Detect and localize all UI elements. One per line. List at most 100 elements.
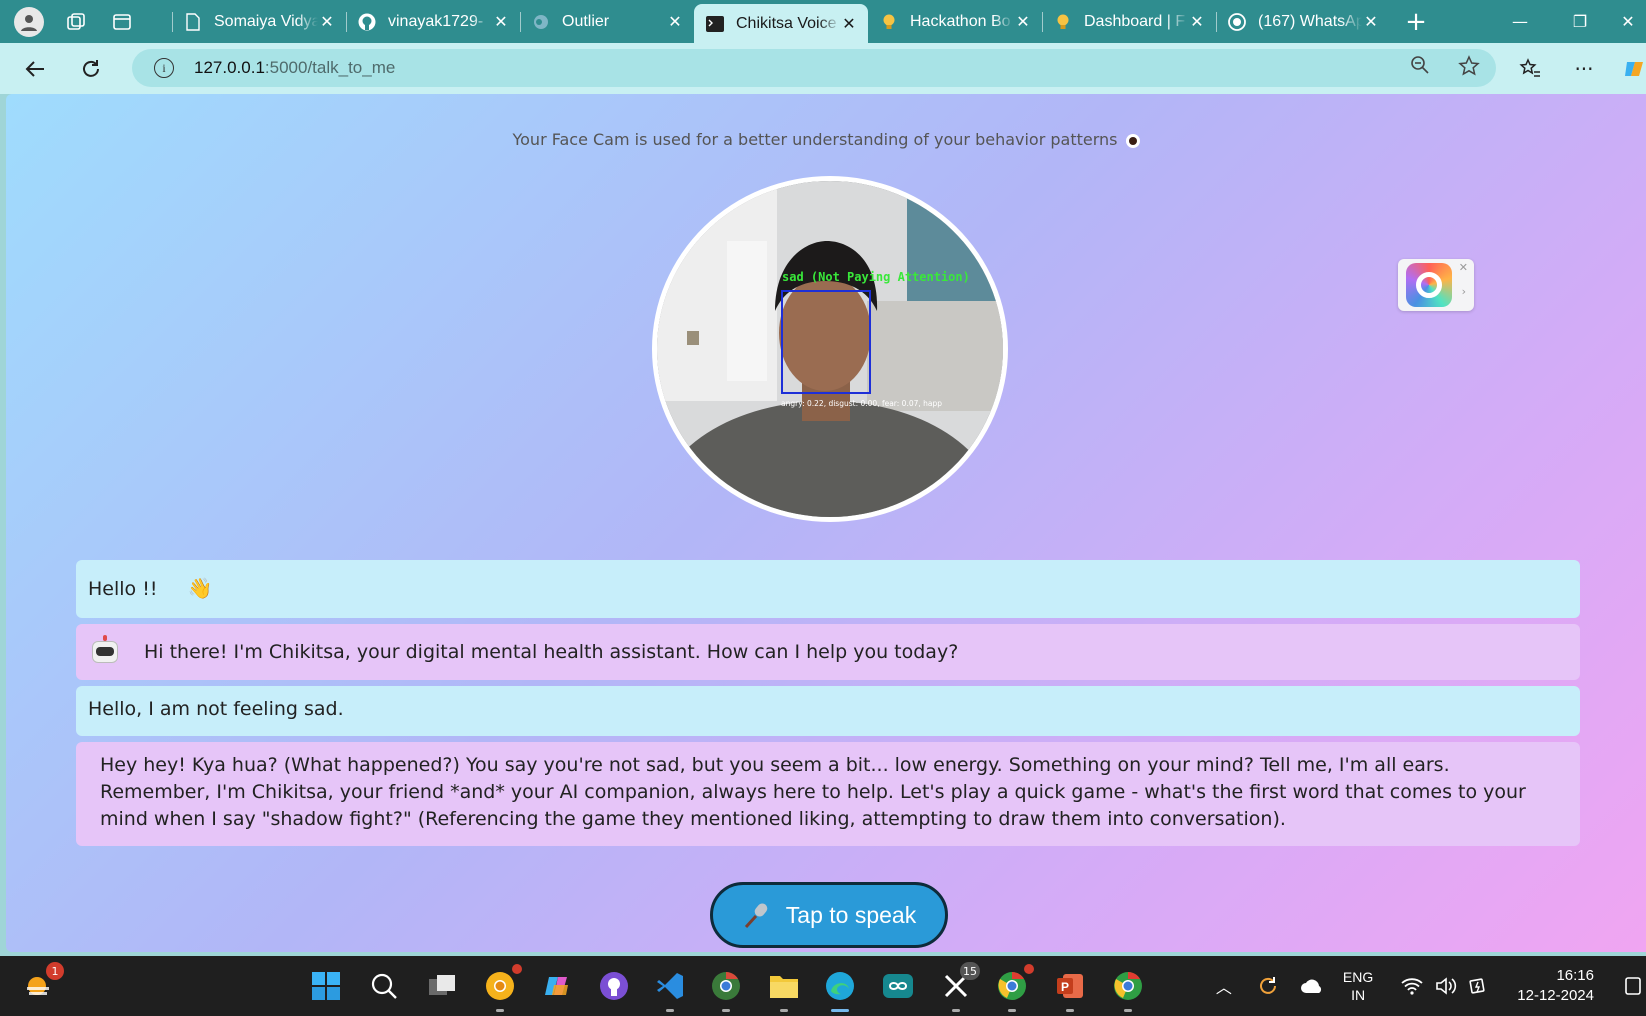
edge-browser-icon[interactable] xyxy=(820,966,860,1012)
battery-icon[interactable] xyxy=(1467,973,1493,999)
tab-title: Dashboard | F xyxy=(1084,12,1186,30)
tab-github[interactable]: vinayak1729- ✕ xyxy=(346,0,520,43)
browser-tab-bar: Somaiya Vidyavihar ✕ vinayak1729- ✕ Outl… xyxy=(0,0,1646,43)
url-bar[interactable]: i 127.0.0.1:5000/talk_to_me xyxy=(132,49,1496,87)
task-view-icon[interactable] xyxy=(422,966,462,1006)
tab-title: vinayak1729- xyxy=(388,12,484,30)
more-options-icon[interactable]: ··· xyxy=(1568,53,1600,85)
tap-to-speak-label: Tap to speak xyxy=(785,901,917,928)
chrome-canary-icon[interactable] xyxy=(480,964,522,1012)
close-tab-icon[interactable]: ✕ xyxy=(1014,12,1032,31)
workspaces-icon[interactable] xyxy=(62,8,90,36)
face-cam-note: Your Face Cam is used for a better under… xyxy=(6,130,1646,149)
chrome-dev-icon[interactable] xyxy=(706,966,746,1012)
sync-icon[interactable] xyxy=(1255,973,1281,999)
expand-widget-icon[interactable]: › xyxy=(1462,285,1466,298)
close-tab-icon[interactable]: ✕ xyxy=(1362,12,1380,31)
svg-text:P: P xyxy=(1061,980,1069,994)
waving-hand-icon: 👋 xyxy=(187,576,213,600)
message-text: Hello !! xyxy=(88,578,158,600)
chrome-profile-icon[interactable] xyxy=(992,964,1034,1012)
close-widget-icon[interactable]: ✕ xyxy=(1459,261,1468,274)
x-twitter-icon[interactable]: 15 xyxy=(936,962,980,1012)
browser-viewport: Your Face Cam is used for a better under… xyxy=(0,94,1646,956)
back-icon[interactable] xyxy=(16,50,54,88)
outlier-icon xyxy=(532,13,550,31)
clock[interactable]: 16:16 12-12-2024 xyxy=(1517,966,1594,1006)
tab-title: (167) WhatsApp xyxy=(1258,12,1362,30)
onedrive-cloud-icon[interactable] xyxy=(1299,973,1325,999)
profile-avatar-icon[interactable] xyxy=(14,6,44,37)
arduino-icon[interactable] xyxy=(878,966,918,1006)
extension-widget[interactable]: ✕ › xyxy=(1398,259,1474,311)
vscode-icon[interactable] xyxy=(650,966,690,1012)
emotion-scores: angry: 0.22, disgust: 0.00, fear: 0.07, … xyxy=(781,399,942,408)
close-tab-icon[interactable]: ✕ xyxy=(492,12,510,31)
close-tab-icon[interactable]: ✕ xyxy=(318,12,336,31)
restore-icon[interactable]: ❐ xyxy=(1550,0,1610,43)
close-tab-icon[interactable]: ✕ xyxy=(1188,12,1206,31)
x-badge: 15 xyxy=(960,962,980,980)
url-host: 127.0.0.1 xyxy=(194,58,265,77)
clock-time: 16:16 xyxy=(1556,967,1594,984)
notification-dot xyxy=(512,964,522,974)
chrome-icon[interactable] xyxy=(1108,966,1148,1012)
close-tab-icon[interactable]: ✕ xyxy=(840,14,858,33)
message-text: Hi there! I'm Chikitsa, your digital men… xyxy=(144,641,959,663)
bot-message: Hi there! I'm Chikitsa, your digital men… xyxy=(76,624,1580,680)
file-explorer-icon[interactable] xyxy=(764,966,804,1012)
user-message: Hello, I am not feeling sad. xyxy=(76,686,1580,736)
copilot-icon[interactable] xyxy=(1622,53,1646,85)
tab-outlier[interactable]: Outlier ✕ xyxy=(520,0,694,43)
github-desktop-icon[interactable] xyxy=(594,966,634,1006)
tab-dashboard[interactable]: Dashboard | F ✕ xyxy=(1042,0,1216,43)
language-code: ENG xyxy=(1342,969,1374,985)
tab-title: Hackathon Bo xyxy=(910,12,1011,30)
chevron-up-icon[interactable]: ︿ xyxy=(1211,973,1237,999)
system-tray: ︿ ENG IN 16:16 12-12-2024 xyxy=(1207,956,1646,1016)
tab-title: Outlier xyxy=(562,12,610,30)
tap-to-speak-button[interactable]: Tap to speak xyxy=(710,882,948,948)
bulb-icon xyxy=(880,13,898,31)
zoom-icon[interactable] xyxy=(1410,55,1430,81)
site-info-icon[interactable]: i xyxy=(154,58,174,78)
region-code: IN xyxy=(1351,987,1366,1003)
wifi-icon[interactable] xyxy=(1399,973,1425,999)
close-window-icon[interactable]: ✕ xyxy=(1610,0,1646,43)
tab-chikitsa[interactable]: Chikitsa Voice ✕ xyxy=(694,4,868,43)
weather-icon[interactable]: 1 xyxy=(20,962,64,1006)
minimize-icon[interactable]: — xyxy=(1490,0,1550,43)
tab-actions-icon[interactable] xyxy=(108,8,136,36)
talk-to-me-page: Your Face Cam is used for a better under… xyxy=(6,94,1646,952)
copilot-app-icon[interactable] xyxy=(538,966,578,1006)
search-icon[interactable] xyxy=(364,966,404,1006)
extension-logo-icon[interactable] xyxy=(1406,263,1452,307)
document-icon xyxy=(184,12,202,31)
powerpoint-icon[interactable]: P xyxy=(1050,966,1090,1012)
bot-message: Hey hey! Kya hua? (What happened?) You s… xyxy=(76,742,1580,846)
weather-badge: 1 xyxy=(46,962,64,980)
tab-title: Chikitsa Voice xyxy=(736,14,837,32)
refresh-icon[interactable] xyxy=(72,50,110,88)
volume-icon[interactable] xyxy=(1433,973,1459,999)
tab-somaiya[interactable]: Somaiya Vidyavihar ✕ xyxy=(172,0,346,43)
robot-icon xyxy=(92,635,118,663)
github-icon xyxy=(358,13,376,31)
new-tab-button[interactable]: + xyxy=(1396,7,1436,37)
tab-whatsapp[interactable]: (167) WhatsApp ✕ xyxy=(1216,0,1390,43)
notifications-icon[interactable] xyxy=(1620,973,1646,999)
favorite-star-icon[interactable] xyxy=(1458,55,1480,81)
close-tab-icon[interactable]: ✕ xyxy=(666,12,684,31)
favorites-icon[interactable] xyxy=(1514,53,1546,85)
bulb-icon xyxy=(1054,13,1072,31)
microphone-icon xyxy=(742,901,772,929)
tab-title: Somaiya Vidyavihar xyxy=(214,12,318,30)
windows-taskbar: 1 15 P ︿ ENG IN 16:16 12-12-2024 xyxy=(0,956,1646,1016)
message-text: Hello, I am not feeling sad. xyxy=(88,698,344,720)
notification-dot xyxy=(1024,964,1034,974)
detection-label: sad (Not Paying Attention) xyxy=(782,270,970,284)
language-indicator[interactable]: ENG IN xyxy=(1343,968,1373,1004)
start-windows-icon[interactable] xyxy=(306,966,346,1006)
tab-hackathon[interactable]: Hackathon Bo ✕ xyxy=(868,0,1042,43)
address-bar-row: i 127.0.0.1:5000/talk_to_me ··· xyxy=(0,43,1646,94)
